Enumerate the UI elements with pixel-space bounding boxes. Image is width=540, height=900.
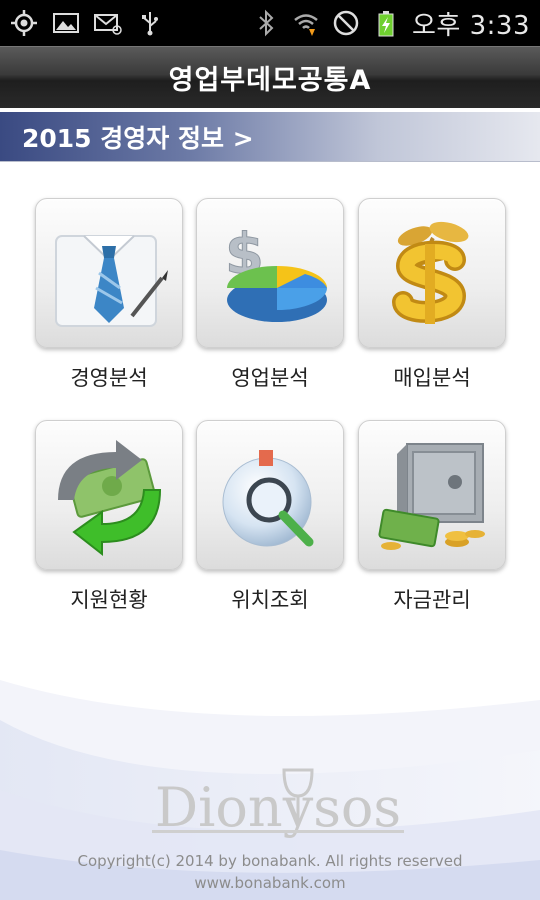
app-title: 영업부데모공통A bbox=[168, 65, 372, 96]
section-title: 2015 경영자 정보 > bbox=[22, 123, 254, 153]
globe-magnifier-icon bbox=[222, 450, 314, 547]
battery-charging-icon bbox=[372, 9, 400, 37]
no-signal-icon bbox=[332, 9, 360, 37]
menu-item-purchase-analysis[interactable]: 매입분석 bbox=[357, 198, 507, 392]
tile-support-status[interactable] bbox=[35, 420, 183, 570]
tile-purchase-analysis[interactable] bbox=[358, 198, 506, 348]
bluetooth-icon bbox=[252, 9, 280, 37]
menu-item-management-analysis[interactable]: 경영분석 bbox=[34, 198, 184, 392]
tile-fund-management[interactable] bbox=[358, 420, 506, 570]
copyright-text: Copyright(c) 2014 by bonabank. All right… bbox=[77, 852, 463, 870]
tile-location-lookup[interactable] bbox=[196, 420, 344, 570]
email-icon bbox=[94, 9, 122, 37]
tile-sales-analysis[interactable]: $ bbox=[196, 198, 344, 348]
menu-item-fund-management[interactable]: 자금관리 bbox=[357, 420, 507, 614]
menu-label-sales-analysis: 영업분석 bbox=[231, 366, 309, 390]
dollar-pie-chart-icon: $ bbox=[225, 222, 327, 322]
menu-item-location-lookup[interactable]: 위치조회 bbox=[195, 420, 345, 614]
image-icon bbox=[52, 9, 80, 37]
safe-money-icon bbox=[378, 443, 485, 550]
menu-label-location-lookup: 위치조회 bbox=[231, 588, 309, 612]
menu-item-support-status[interactable]: 지원현황 bbox=[34, 420, 184, 614]
status-clock: 오후 3:33 bbox=[412, 10, 530, 41]
usb-icon bbox=[136, 9, 164, 37]
tile-management-analysis[interactable] bbox=[35, 198, 183, 348]
menu-label-management-analysis: 경영분석 bbox=[70, 366, 148, 390]
menu-label-purchase-analysis: 매입분석 bbox=[393, 366, 471, 390]
website-text: www.bonabank.com bbox=[194, 874, 346, 892]
gps-icon bbox=[10, 9, 38, 37]
menu-label-fund-management: 자금관리 bbox=[393, 588, 471, 612]
section-header-executive-info[interactable]: 2015 경영자 정보 > bbox=[0, 112, 540, 162]
status-bar: 오후 3:33 bbox=[0, 0, 540, 46]
menu-item-sales-analysis[interactable]: $ 영업분석 bbox=[195, 198, 345, 392]
business-shirt-tie-icon bbox=[55, 235, 168, 327]
title-bar: 영업부데모공통A bbox=[0, 46, 540, 108]
dionysos-logo: Dionysos bbox=[152, 768, 404, 839]
wifi-icon bbox=[292, 9, 320, 37]
money-arrows-icon bbox=[58, 440, 162, 557]
svg-text:Dionysos: Dionysos bbox=[155, 776, 401, 839]
gold-dollar-sprout-icon bbox=[392, 221, 469, 324]
menu-label-support-status: 지원현황 bbox=[70, 588, 148, 612]
